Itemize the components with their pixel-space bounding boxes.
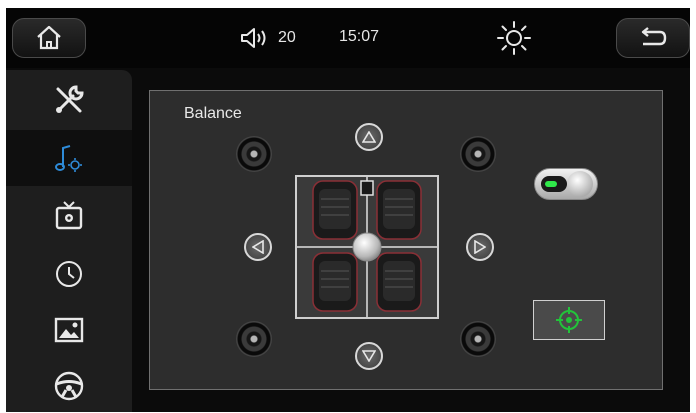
sidebar-item-audio-settings[interactable] [6,130,132,186]
back-button[interactable] [616,18,690,58]
arrow-right-icon [474,240,486,254]
home-button[interactable] [12,18,86,58]
seat-front-left [312,180,358,240]
fader-marker[interactable] [360,180,374,196]
sidebar [6,70,132,412]
sidebar-item-tv-settings[interactable] [6,188,132,244]
sidebar-item-wallpaper[interactable] [6,302,132,358]
sidebar-item-tools[interactable] [6,72,132,128]
sidebar-item-clock[interactable] [6,246,132,302]
tv-settings-icon [55,201,83,230]
toggle-on-indicator [545,181,557,187]
balance-panel: Balance [149,90,663,390]
speaker-rear-right [460,321,496,357]
speaker-rear-left [236,321,272,357]
target-center-icon [556,307,582,333]
balance-right-button[interactable] [466,233,494,261]
seat-balance-map[interactable] [295,175,439,319]
balance-left-button[interactable] [244,233,272,261]
sidebar-item-steering-wheel[interactable] [6,358,132,412]
volume-value: 20 [278,29,296,46]
clock-icon [56,261,82,287]
seat-rear-right [376,252,422,312]
speaker-volume-icon [241,28,266,48]
center-balance-button[interactable] [533,300,605,340]
seat-front-right [376,180,422,240]
balance-toggle-switch[interactable] [534,168,598,200]
steering-wheel-icon [54,371,84,401]
car-head-unit-screen: 20 15:07 Balance [6,8,690,412]
balance-position-knob[interactable] [352,232,382,262]
brightness-button[interactable] [496,20,532,61]
speaker-front-left [236,136,272,172]
home-icon [37,25,61,50]
seat-rear-left [312,252,358,312]
balance-down-button[interactable] [355,342,383,370]
return-arrow-icon [641,27,667,46]
volume-indicator[interactable]: 20 [240,26,296,50]
arrow-down-icon [362,350,376,362]
arrow-left-icon [252,240,264,254]
speaker-front-right [460,136,496,172]
tools-icon [56,85,84,113]
toggle-knob [567,171,593,197]
sun-brightness-icon [497,21,531,55]
music-settings-icon [55,145,82,172]
balance-up-button[interactable] [355,123,383,151]
picture-icon [54,317,84,343]
clock-time: 15:07 [339,28,380,45]
arrow-up-icon [362,131,376,143]
top-bar: 20 15:07 [6,8,690,68]
balance-title: Balance [184,105,242,122]
